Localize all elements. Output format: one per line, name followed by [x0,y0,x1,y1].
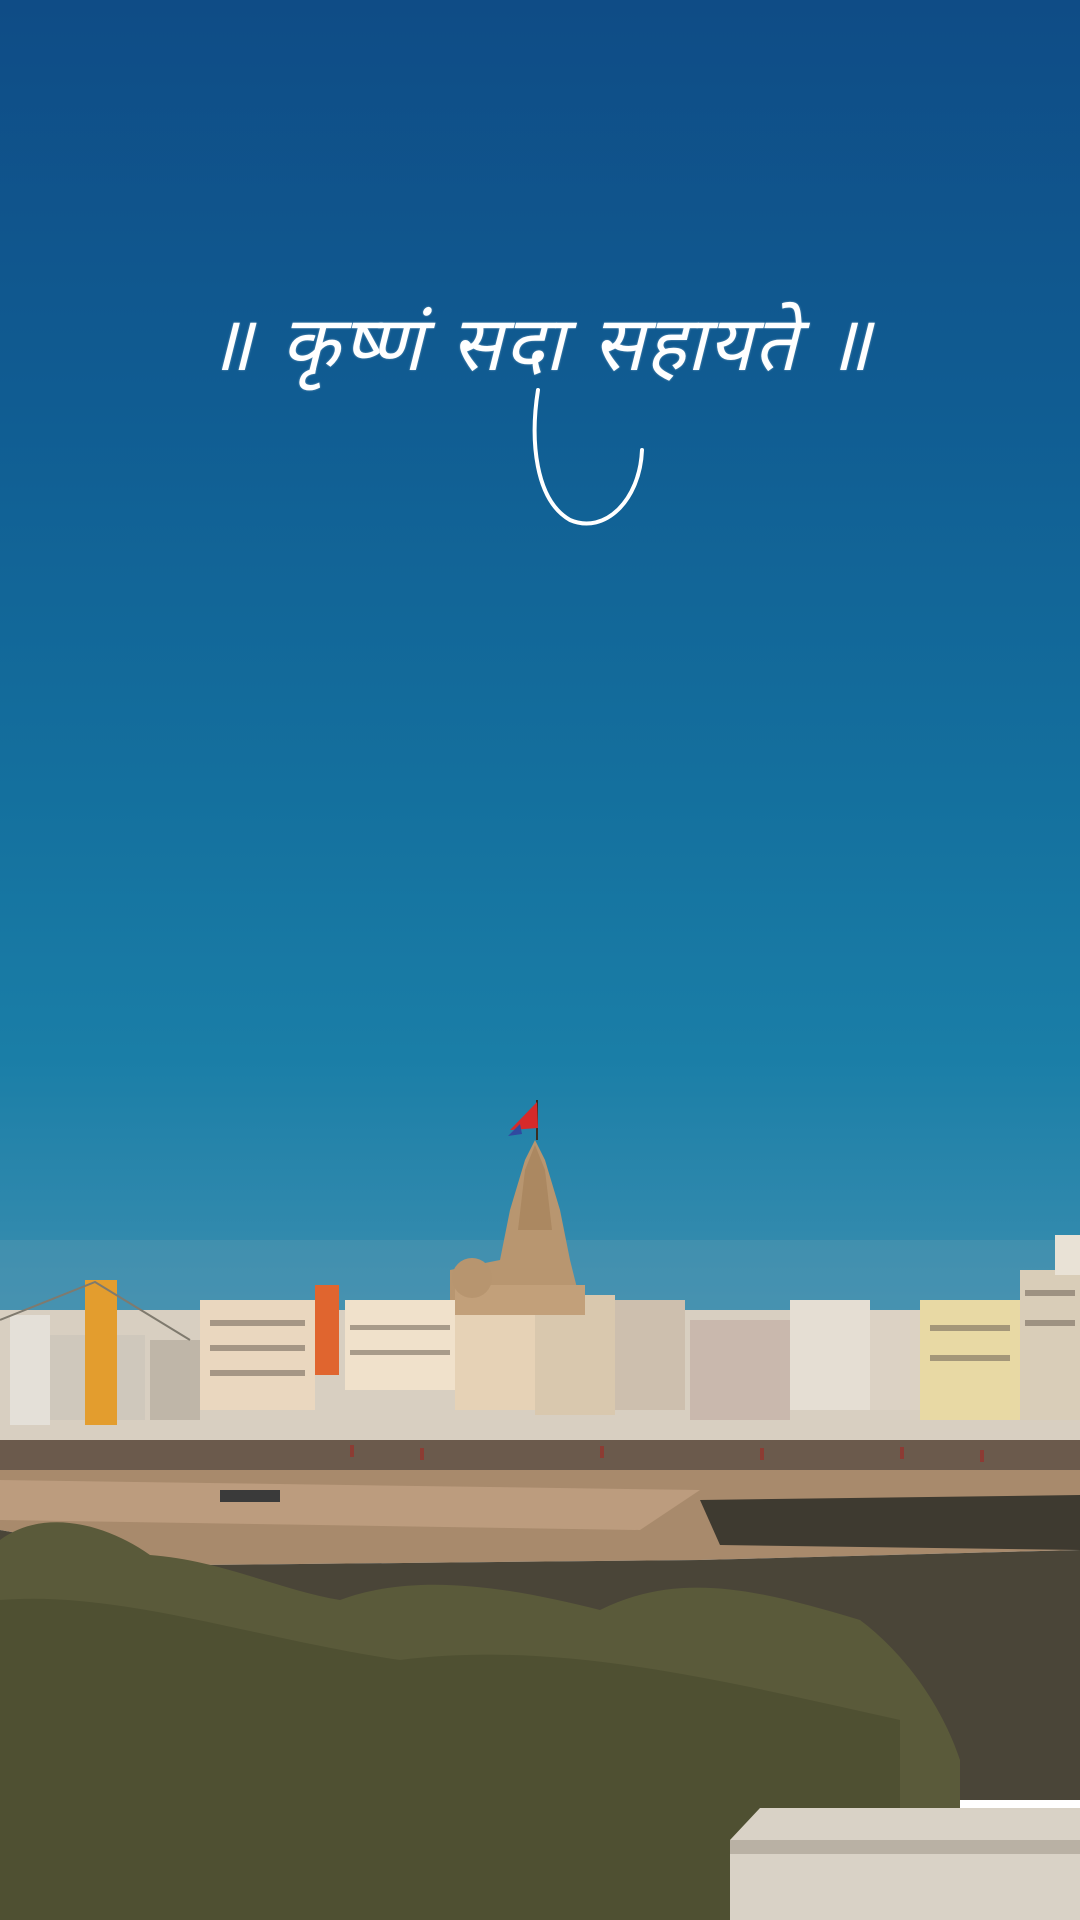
townscape [0,1100,1080,1920]
photo-scene: ॥ कृष्णं सदा सहायते ॥ [0,0,1080,1920]
shore-crowd [0,1440,1080,1470]
flag [510,1102,538,1130]
boat [220,1490,280,1502]
orange-tower [85,1280,117,1425]
concrete-ledge [730,1808,1080,1920]
temple-spire [450,1100,585,1315]
